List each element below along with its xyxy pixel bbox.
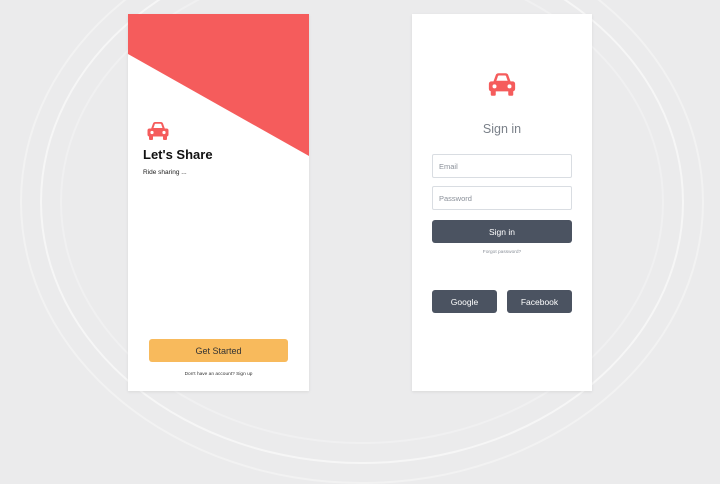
get-started-button[interactable]: Get Started	[149, 339, 288, 362]
signin-title: Sign in	[482, 122, 522, 136]
signin-button[interactable]: Sign in	[432, 220, 572, 243]
email-input[interactable]	[433, 155, 571, 177]
signup-link[interactable]: Don't have an account? Sign up	[128, 372, 309, 377]
welcome-screen: Let's Share Ride sharing ... Get Started…	[128, 14, 309, 391]
app-title: Let's Share	[143, 147, 213, 162]
car-icon	[487, 72, 517, 97]
app-subtitle: Ride sharing ...	[143, 169, 187, 176]
signin-screen: Sign in Sign in Forgot password? Google …	[412, 14, 592, 391]
password-input[interactable]	[433, 187, 571, 209]
google-button[interactable]: Google	[432, 290, 497, 313]
email-field[interactable]	[432, 154, 572, 178]
facebook-button[interactable]: Facebook	[507, 290, 572, 313]
forgot-password-link[interactable]: Forgot password?	[412, 250, 592, 255]
car-icon	[146, 121, 170, 141]
password-field[interactable]	[432, 186, 572, 210]
